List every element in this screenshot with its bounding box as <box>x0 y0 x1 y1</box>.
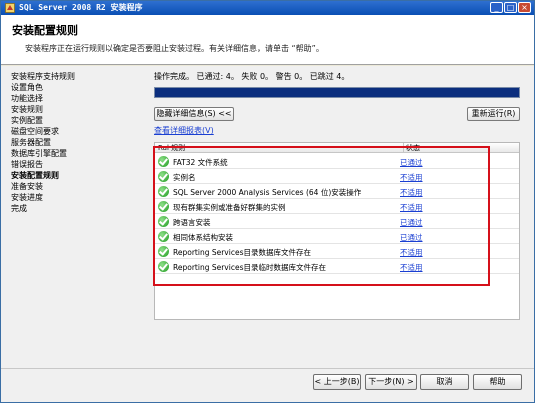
title-bar[interactable]: SQL Server 2008 R2 安装程序 _ □ × <box>1 1 534 15</box>
step-server-configuration[interactable]: 服务器配置 <box>11 137 146 148</box>
operation-status: 操作完成。 已通过: 4。 失败 0。 警告 0。 已跳过 4。 <box>154 72 350 81</box>
maximize-icon[interactable]: □ <box>504 2 517 13</box>
wizard-steps: 安装程序支持规则 设置角色 功能选择 安装规则 实例配置 磁盘空间要求 服务器配… <box>11 71 146 214</box>
close-icon[interactable]: × <box>518 2 531 13</box>
page-header: 安装配置规则 安装程序正在运行规则以确定是否要阻止安装过程。有关详细信息，请单击… <box>1 15 534 65</box>
page-subtitle: 安装程序正在运行规则以确定是否要阻止安装过程。有关详细信息，请单击 “帮助”。 <box>25 44 324 53</box>
step-setup-role[interactable]: 设置角色 <box>11 82 146 93</box>
wizard-footer: < 上一步(B) 下一步(N) > 取消 帮助 <box>1 368 534 402</box>
cancel-button[interactable]: 取消 <box>420 374 469 390</box>
highlight-annotation-box <box>153 146 490 286</box>
step-setup-support-rules[interactable]: 安装程序支持规则 <box>11 71 146 82</box>
sql-server-setup-icon <box>5 3 15 13</box>
step-installation-rules[interactable]: 安装规则 <box>11 104 146 115</box>
back-button[interactable]: < 上一步(B) <box>313 374 361 390</box>
minimize-icon[interactable]: _ <box>490 2 503 13</box>
step-complete[interactable]: 完成 <box>11 203 146 214</box>
step-database-engine[interactable]: 数据库引擎配置 <box>11 148 146 159</box>
window-controls: _ □ × <box>490 2 531 14</box>
step-feature-selection[interactable]: 功能选择 <box>11 93 146 104</box>
view-detailed-report-link[interactable]: 查看详细报表(V) <box>154 125 214 136</box>
setup-window: SQL Server 2008 R2 安装程序 _ □ × 安装配置规则 安装程… <box>0 0 535 403</box>
step-instance-configuration[interactable]: 实例配置 <box>11 115 146 126</box>
progress-fill <box>155 88 519 97</box>
window-title: SQL Server 2008 R2 安装程序 <box>19 3 143 12</box>
help-button[interactable]: 帮助 <box>473 374 522 390</box>
step-ready-to-install[interactable]: 准备安装 <box>11 181 146 192</box>
step-installation-config-rules[interactable]: 安装配置规则 <box>11 170 146 181</box>
step-disk-space[interactable]: 磁盘空间要求 <box>11 126 146 137</box>
hide-details-button[interactable]: 隐藏详细信息(S) << <box>154 107 234 121</box>
step-error-reporting[interactable]: 错误报告 <box>11 159 146 170</box>
progress-bar <box>154 87 520 98</box>
step-installation-progress[interactable]: 安装进度 <box>11 192 146 203</box>
rerun-button[interactable]: 重新运行(R) <box>467 107 520 121</box>
next-button[interactable]: 下一步(N) > <box>365 374 417 390</box>
page-title: 安装配置规则 <box>12 24 78 37</box>
